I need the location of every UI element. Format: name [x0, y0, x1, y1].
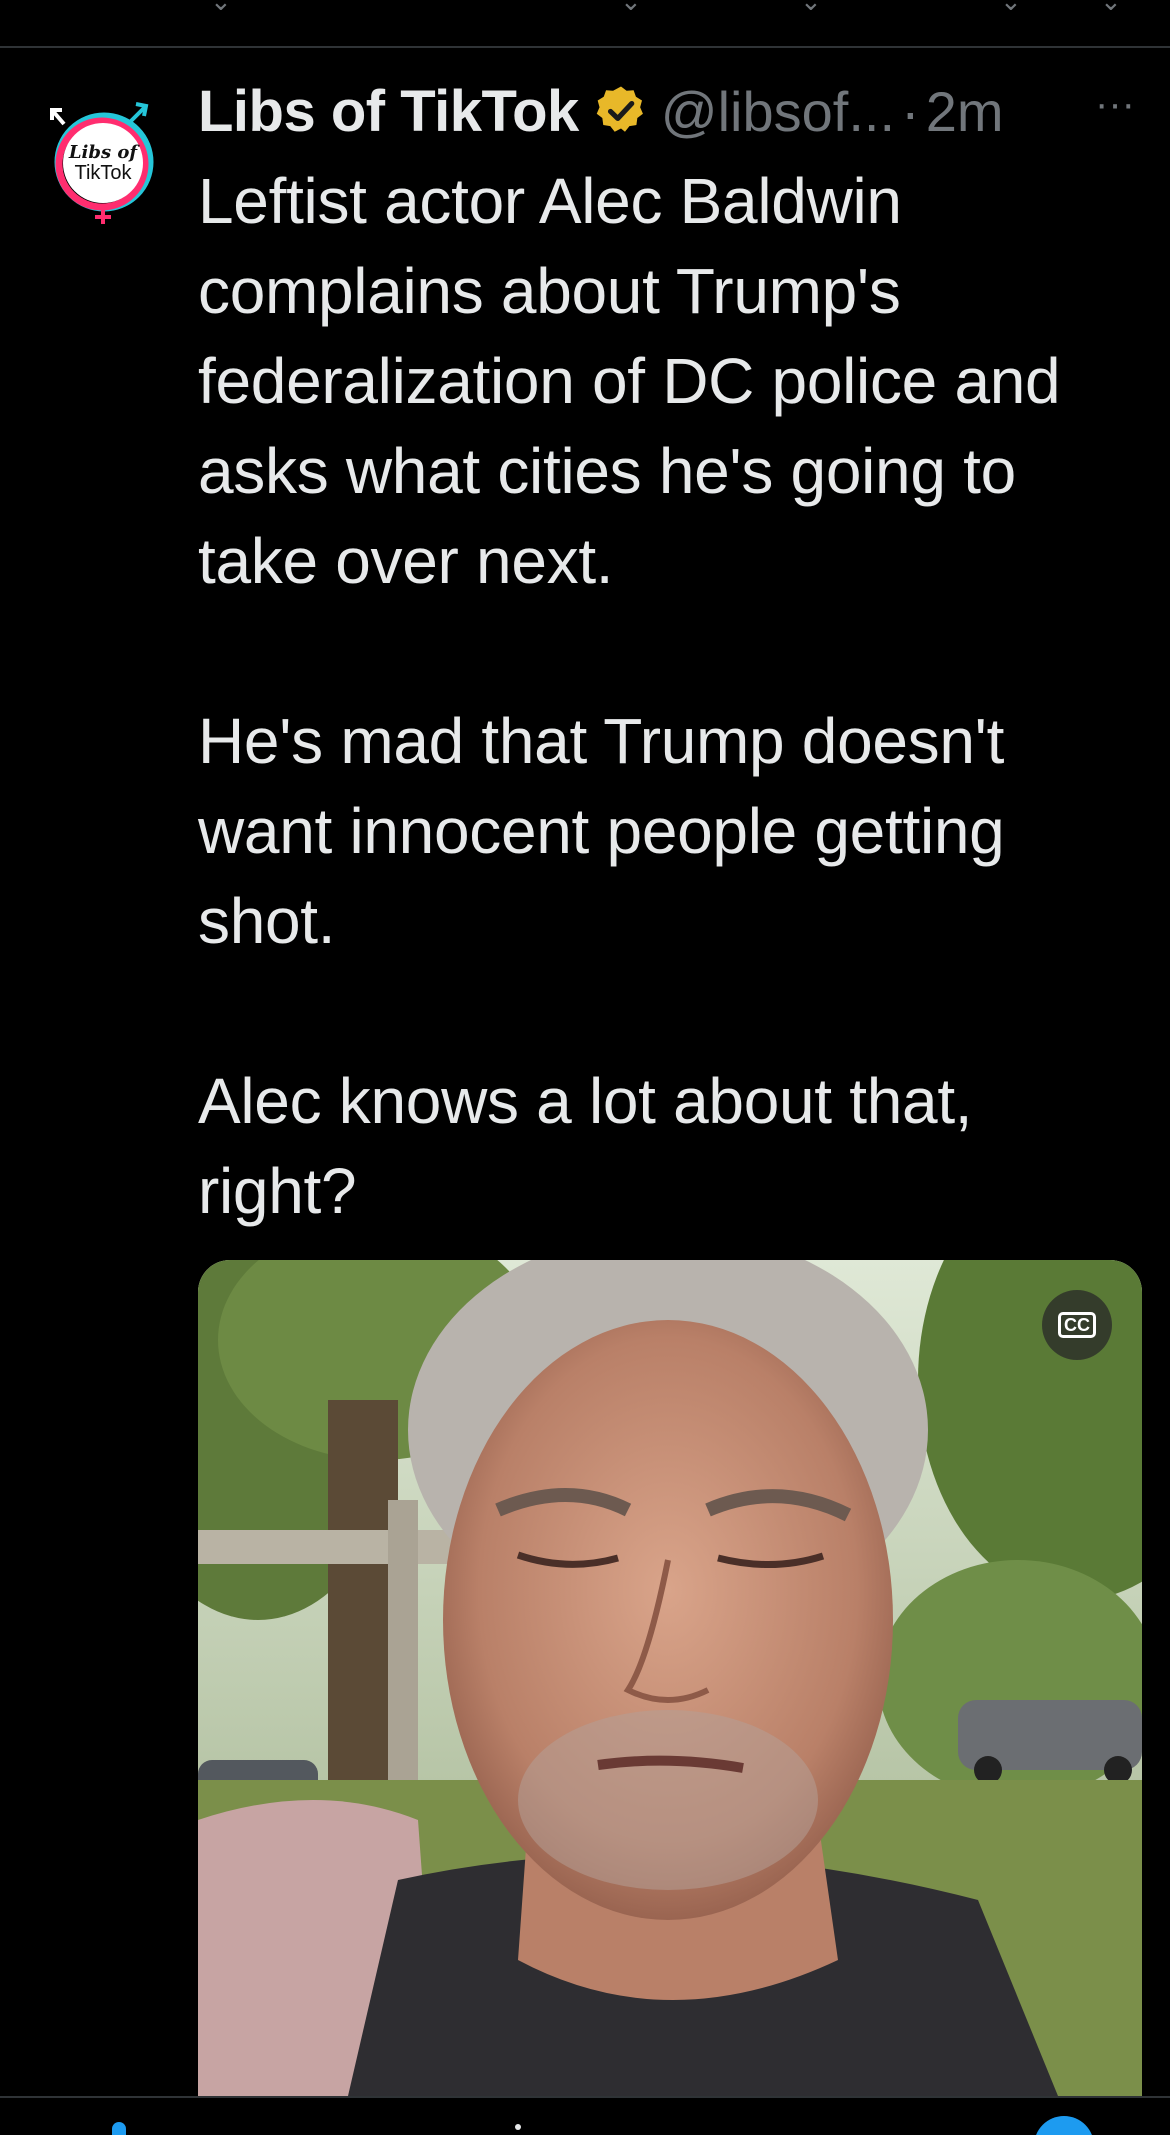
avatar-text-line1: Libs of [68, 142, 140, 163]
previous-tweet-action-bar: ⌄ ⌄ ⌄ ⌄ ⌄ [0, 0, 1170, 48]
bottom-navigation-partial [0, 2096, 1170, 2135]
tweet-paragraph: He's mad that Trump doesn't want innocen… [198, 705, 1005, 957]
tweet-text: Leftist actor Alec Baldwin complains abo… [198, 156, 1148, 1236]
views-icon-partial[interactable]: ⌄ [800, 0, 822, 17]
closed-captions-button[interactable]: CC [1042, 1290, 1112, 1360]
tweet-body[interactable]: Libs of TikTok @libsof... · 2m ··· Lefti… [198, 66, 1148, 1236]
user-handle[interactable]: @libsof... [661, 79, 895, 144]
cc-icon: CC [1058, 1312, 1096, 1338]
more-options-button[interactable]: ··· [1090, 84, 1140, 124]
avatar-text-line2: TikTok [74, 162, 132, 184]
display-name[interactable]: Libs of TikTok [198, 78, 579, 145]
tweet-timestamp[interactable]: 2m [926, 79, 1004, 144]
video-player[interactable]: CC [198, 1260, 1142, 2096]
tweet-paragraph: Leftist actor Alec Baldwin complains abo… [198, 165, 1061, 597]
video-frame [198, 1260, 1142, 2096]
bookmark-icon-partial[interactable]: ⌄ [1000, 0, 1022, 17]
time-separator: · [901, 79, 920, 143]
home-icon-partial[interactable] [112, 2122, 126, 2135]
verified-badge-icon [593, 83, 649, 139]
tweet-paragraph: Alec knows a lot about that, right? [198, 1065, 973, 1227]
repost-icon-partial[interactable]: ⌄ [620, 0, 642, 17]
avatar[interactable]: Libs of TikTok [44, 98, 162, 228]
compose-button-partial[interactable] [1034, 2116, 1094, 2135]
tweet-header: Libs of TikTok @libsof... · 2m [198, 66, 1148, 156]
search-icon-partial[interactable] [515, 2124, 521, 2130]
reply-icon-partial[interactable]: ⌄ [210, 0, 232, 17]
share-icon-partial[interactable]: ⌄ [1100, 0, 1122, 17]
